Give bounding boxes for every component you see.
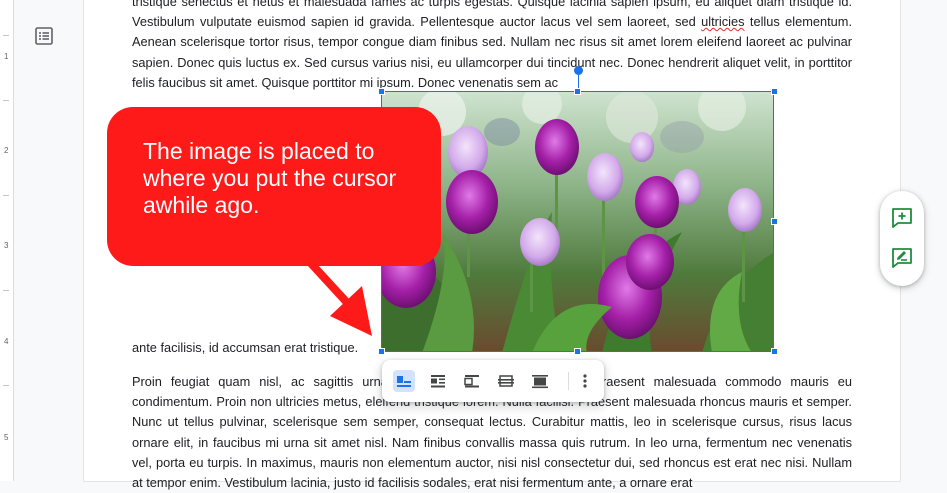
rotation-handle[interactable] (574, 66, 583, 75)
ruler-mark (3, 35, 9, 36)
resize-handle-top-left[interactable] (378, 88, 385, 95)
ruler-mark (3, 290, 9, 291)
ruler-tick: 3 (4, 241, 9, 250)
callout-arrow-icon (280, 230, 372, 336)
wrap-text-icon (431, 375, 445, 388)
break-text-button[interactable] (461, 370, 483, 392)
toolbar-divider (568, 372, 569, 390)
misspelled-word[interactable]: ultricies (701, 14, 744, 29)
suggest-edits-icon (892, 248, 912, 268)
resize-handle-top[interactable] (574, 88, 581, 95)
more-options-icon (583, 374, 587, 388)
resize-handle-bottom-left[interactable] (378, 348, 385, 355)
document-outline-button[interactable] (33, 25, 55, 47)
in-front-of-text-button[interactable] (529, 370, 551, 392)
inline-button[interactable] (393, 370, 415, 392)
wrap-text-button[interactable] (427, 370, 449, 392)
suggest-edits-button[interactable] (890, 246, 914, 270)
resize-handle-top-right[interactable] (771, 88, 778, 95)
ruler-tick: 5 (4, 433, 9, 442)
in-front-of-text-icon (532, 375, 548, 389)
ruler-tick: 2 (4, 146, 9, 155)
image-options-toolbar (382, 360, 604, 402)
side-action-panel (880, 191, 924, 286)
inline-icon (397, 376, 411, 387)
more-options-button[interactable] (574, 370, 596, 392)
callout-text: The image is placed to where you put the… (143, 138, 397, 218)
add-comment-button[interactable] (890, 206, 914, 230)
behind-text-icon (498, 375, 514, 387)
outline-icon (35, 27, 53, 45)
break-text-icon (464, 375, 479, 388)
vertical-ruler[interactable]: 1 2 3 4 5 (0, 0, 14, 481)
ruler-tick: 1 (4, 52, 9, 61)
ruler-mark (3, 385, 9, 386)
paragraph-top[interactable]: tristique senectus et netus et malesuada… (132, 0, 852, 93)
resize-handle-bottom[interactable] (574, 348, 581, 355)
ruler-mark (3, 100, 9, 101)
resize-handle-bottom-right[interactable] (771, 348, 778, 355)
ruler-mark (3, 195, 9, 196)
ruler-tick: 4 (4, 337, 9, 346)
resize-handle-right[interactable] (771, 218, 778, 225)
behind-text-button[interactable] (495, 370, 517, 392)
add-comment-icon (892, 208, 912, 228)
